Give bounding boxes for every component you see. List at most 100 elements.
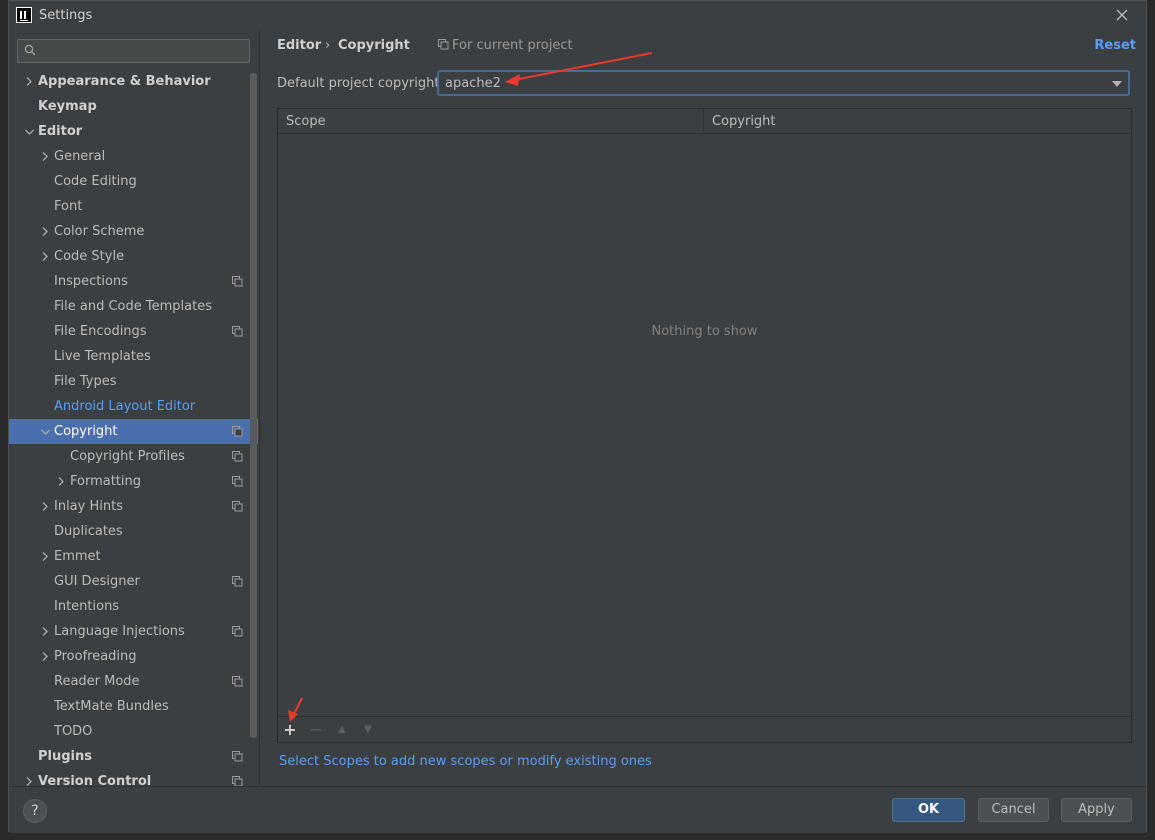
sidebar-item-copyright[interactable]: Copyright <box>9 419 258 444</box>
chevron-right-icon[interactable] <box>55 469 67 494</box>
intellij-logo-icon <box>16 7 32 23</box>
sidebar-item-label: Code Editing <box>54 174 137 189</box>
cancel-button[interactable]: Cancel <box>978 798 1049 822</box>
sidebar-item-android-layout-editor[interactable]: Android Layout Editor <box>9 394 258 419</box>
sidebar-item-label: Language Injections <box>54 624 185 639</box>
sidebar-item-code-style[interactable]: Code Style <box>9 244 258 269</box>
sidebar-item-keymap[interactable]: Keymap <box>9 94 258 119</box>
sidebar-item-label: Code Style <box>54 249 125 264</box>
sidebar-item-label: TODO <box>54 724 93 739</box>
sidebar-item-todo[interactable]: TODO <box>9 719 258 744</box>
sidebar-item-label: Reader Mode <box>54 674 140 689</box>
sidebar-item-color-scheme[interactable]: Color Scheme <box>9 219 258 244</box>
sidebar-item-intentions[interactable]: Intentions <box>9 594 258 619</box>
sidebar-item-version-control[interactable]: Version Control <box>9 769 258 786</box>
chevron-right-icon[interactable] <box>39 544 51 569</box>
move-down-button[interactable]: ▼ <box>359 721 377 739</box>
sidebar-item-label: Intentions <box>54 599 120 614</box>
chevron-right-icon[interactable] <box>23 69 35 94</box>
sidebar-item-label: Live Templates <box>54 349 151 364</box>
default-copyright-dropdown[interactable]: apache2 <box>437 70 1130 96</box>
sidebar-item-gui-designer[interactable]: GUI Designer <box>9 569 258 594</box>
sidebar-item-language-injections[interactable]: Language Injections <box>9 619 258 644</box>
sidebar-item-formatting[interactable]: Formatting <box>9 469 258 494</box>
sidebar-scrollbar-thumb[interactable] <box>250 73 257 738</box>
reset-link[interactable]: Reset <box>1094 38 1136 53</box>
sidebar-item-reader-mode[interactable]: Reader Mode <box>9 669 258 694</box>
sidebar-item-label: GUI Designer <box>54 574 140 589</box>
sidebar-item-emmet[interactable]: Emmet <box>9 544 258 569</box>
table-header: Scope Copyright <box>278 109 1131 134</box>
default-copyright-value: apache2 <box>445 76 501 91</box>
chevron-down-icon[interactable] <box>39 419 51 444</box>
sidebar-item-label: Android Layout Editor <box>54 399 196 414</box>
chevron-right-icon[interactable] <box>39 644 51 669</box>
project-scope-icon <box>232 751 243 762</box>
sidebar-item-label: Plugins <box>38 749 92 764</box>
background-glyph <box>0 20 6 34</box>
sidebar-item-file-types[interactable]: File Types <box>9 369 258 394</box>
add-scope-button[interactable]: + <box>281 721 299 739</box>
chevron-right-icon[interactable] <box>39 494 51 519</box>
settings-dialog: Settings Appearance & Behavior Keymap Edit… <box>8 0 1147 833</box>
sidebar-item-label: Keymap <box>38 99 97 114</box>
settings-tree: Appearance & Behavior Keymap Editor General… <box>9 69 258 786</box>
sidebar-item-label: Copyright <box>54 424 118 439</box>
project-scope-icon <box>232 426 243 437</box>
column-header-scope[interactable]: Scope <box>278 109 704 134</box>
window-title: Settings <box>39 8 93 23</box>
move-up-button[interactable]: ▲ <box>333 721 351 739</box>
sidebar-item-label: TextMate Bundles <box>54 699 169 714</box>
sidebar-item-duplicates[interactable]: Duplicates <box>9 519 258 544</box>
sidebar-item-label: Inlay Hints <box>54 499 123 514</box>
empty-state-text: Nothing to show <box>651 324 758 339</box>
sidebar-item-appearance-behavior[interactable]: Appearance & Behavior <box>9 69 258 94</box>
chevron-right-icon[interactable] <box>39 244 51 269</box>
sidebar-item-code-editing[interactable]: Code Editing <box>9 169 258 194</box>
search-icon <box>24 44 36 56</box>
sidebar-item-label: Proofreading <box>54 649 137 664</box>
sidebar-item-inlay-hints[interactable]: Inlay Hints <box>9 494 258 519</box>
ok-button[interactable]: OK <box>892 798 965 822</box>
sidebar-item-label: Color Scheme <box>54 224 145 239</box>
sidebar-item-label: File Types <box>54 374 117 389</box>
sidebar-item-proofreading[interactable]: Proofreading <box>9 644 258 669</box>
default-copyright-label: Default project copyright: <box>277 76 444 91</box>
sidebar-item-file-and-code-templates[interactable]: File and Code Templates <box>9 294 258 319</box>
chevron-right-icon[interactable] <box>39 219 51 244</box>
sidebar-item-label: Formatting <box>70 474 142 489</box>
sidebar-item-general[interactable]: General <box>9 144 258 169</box>
apply-button[interactable]: Apply <box>1061 798 1132 822</box>
sidebar-item-plugins[interactable]: Plugins <box>9 744 258 769</box>
table-body[interactable]: Nothing to show <box>278 134 1131 717</box>
remove-scope-button[interactable]: − <box>307 721 325 739</box>
close-button[interactable] <box>1112 5 1132 25</box>
sidebar-item-label: General <box>54 149 106 164</box>
chevron-right-icon[interactable] <box>39 144 51 169</box>
column-header-copyright[interactable]: Copyright <box>704 109 1132 134</box>
select-scopes-link[interactable]: Select Scopes to add new scopes or modif… <box>279 754 652 769</box>
breadcrumb-separator: › <box>325 38 331 53</box>
search-input[interactable] <box>17 39 250 63</box>
chevron-right-icon[interactable] <box>23 769 35 786</box>
sidebar-item-inspections[interactable]: Inspections <box>9 269 258 294</box>
sidebar-item-textmate-bundles[interactable]: TextMate Bundles <box>9 694 258 719</box>
chevron-right-icon[interactable] <box>39 619 51 644</box>
project-scope-icon <box>232 776 243 786</box>
project-scope-icon <box>232 476 243 487</box>
sidebar-item-live-templates[interactable]: Live Templates <box>9 344 258 369</box>
help-button[interactable]: ? <box>23 799 47 823</box>
sidebar-item-file-encodings[interactable]: File Encodings <box>9 319 258 344</box>
sidebar-item-copyright-profiles[interactable]: Copyright Profiles <box>9 444 258 469</box>
for-current-project-note: For current project <box>438 38 573 53</box>
project-scope-icon <box>232 676 243 687</box>
settings-sidebar: Appearance & Behavior Keymap Editor General… <box>9 29 258 786</box>
sidebar-item-label: Emmet <box>54 549 101 564</box>
breadcrumb-editor: Editor <box>277 38 322 53</box>
project-scope-icon <box>232 501 243 512</box>
sidebar-item-font[interactable]: Font <box>9 194 258 219</box>
sidebar-item-label: Appearance & Behavior <box>38 74 211 89</box>
sidebar-item-editor[interactable]: Editor <box>9 119 258 144</box>
project-scope-icon <box>232 626 243 637</box>
chevron-down-icon[interactable] <box>23 119 35 144</box>
